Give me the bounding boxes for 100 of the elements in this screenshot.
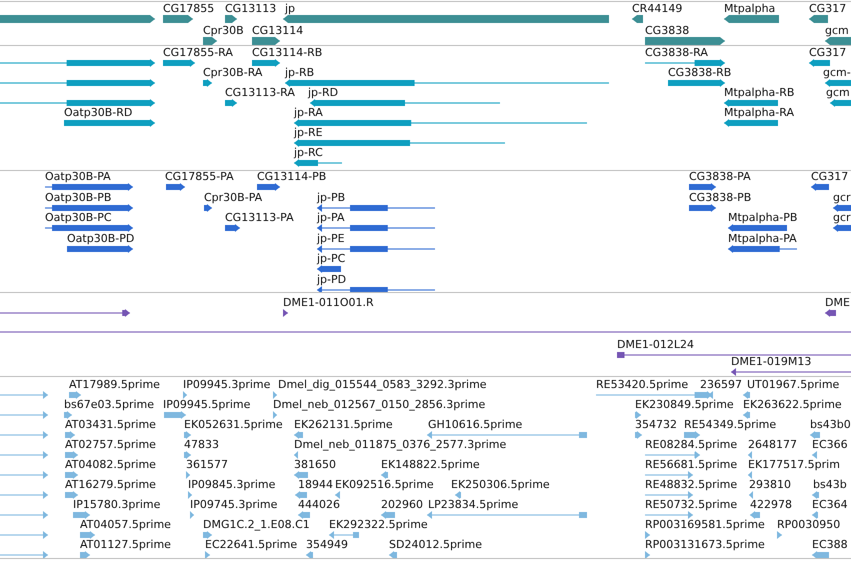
- feature-label: CG13113-PA: [225, 212, 294, 224]
- feature-label: CG13114-PB: [257, 171, 326, 183]
- feature-label: DME: [825, 297, 850, 309]
- feature-label: jp-RE: [294, 127, 323, 139]
- feature-label: Mtpalpha: [724, 3, 776, 15]
- feature-label: CG13113-RA: [225, 87, 295, 99]
- feature-label: RE56681.5prime: [645, 459, 738, 471]
- feature-label: gcm-: [823, 67, 851, 79]
- feature-label: CG3838-PB: [689, 192, 752, 204]
- feature-label: AT01127.5prime: [80, 539, 171, 551]
- feature-label: EK148822.5prime: [381, 459, 480, 471]
- feature-label: Oatp30B-PD: [67, 232, 134, 244]
- feature-label: EK250306.5prime: [451, 479, 550, 491]
- feature-label: CG13114: [252, 25, 304, 37]
- feature-label: EK263622.5prime: [743, 399, 842, 411]
- feature-label: bs43b: [813, 479, 847, 491]
- feature-label: CG17855-PA: [165, 171, 234, 183]
- feature-label: gcm: [825, 25, 849, 37]
- feature-label: EK292322.5prime: [329, 519, 428, 531]
- feature-label: IP09945.3prime: [183, 379, 270, 391]
- feature-label: RP003169581.5prime: [645, 519, 765, 531]
- feature-label: CG13113: [225, 3, 276, 15]
- feature-label: EK230849.5prime: [635, 399, 734, 411]
- feature-label: gcm: [826, 87, 850, 99]
- feature-label: EK177517.5prim: [748, 459, 840, 471]
- feature-label: AT03431.5prime: [65, 419, 156, 431]
- feature-label: 293810: [749, 479, 791, 491]
- feature-label: RE54349.5prime: [684, 419, 776, 431]
- feature-label: CG317: [809, 47, 846, 59]
- feature-label: jp-RA: [294, 107, 323, 119]
- feature-label: 236597: [700, 379, 742, 391]
- feature-label: CG317: [811, 171, 848, 183]
- feature-label: Dmel_neb_011875_0376_2577.3prime: [294, 439, 506, 451]
- feature-label: EC364: [812, 499, 848, 511]
- feature-label: Oatp30B-PB: [45, 192, 112, 204]
- feature-label: IP09745.3prime: [190, 499, 278, 511]
- feature-label: EC388: [812, 539, 848, 551]
- feature-label: DME1-011O01.R: [283, 297, 374, 309]
- feature-label: Oatp30B-RD: [64, 107, 132, 119]
- feature-label: AT16279.5prime: [65, 479, 156, 491]
- feature-label: RP003131673.5prime: [645, 539, 765, 551]
- feature-label: CG13114-RB: [252, 47, 322, 59]
- feature-label: Cpr30B-RA: [203, 67, 262, 79]
- feature-label: DME1-019M13: [731, 356, 812, 368]
- feature-label: jp-PD: [317, 274, 346, 286]
- feature-label: UT01967.5prime: [747, 379, 840, 391]
- feature-label: EC22641.5prime: [205, 539, 298, 551]
- feature-label: 381650: [294, 459, 336, 471]
- feature-label: Mtpalpha-PB: [728, 212, 798, 224]
- feature-label: RE53420.5prime: [596, 379, 688, 391]
- feature-label: jp-PC: [317, 253, 346, 265]
- feature-label: CG3838: [645, 25, 690, 37]
- feature-label: SD24012.5prime: [389, 539, 482, 551]
- feature-label: RE50732.5prime: [645, 499, 738, 511]
- feature-label: jp: [285, 3, 296, 15]
- feature-label: Dmel_neb_012567_0150_2856.3prime: [273, 399, 486, 411]
- feature-label: CG3838-RA: [645, 47, 708, 59]
- feature-label: RE08284.5prime: [645, 439, 738, 451]
- feature-label: DME1-012L24: [617, 339, 694, 351]
- feature-label: EK052631.5prime: [184, 419, 283, 431]
- feature-label: CG17855-RA: [163, 47, 233, 59]
- feature-label: jp-RB: [285, 67, 314, 79]
- feature-label: EK092516.5prime: [335, 479, 434, 491]
- feature-label: jp-PB: [317, 192, 346, 204]
- feature-label: AT17989.5prime: [69, 379, 160, 391]
- feature-label: Oatp30B-PA: [45, 171, 111, 183]
- feature-label: 2648177: [748, 439, 797, 451]
- feature-label: IP09845.3prime: [188, 479, 276, 491]
- feature-label: bs43b0: [810, 419, 851, 431]
- feature-label: jp-RC: [294, 147, 323, 159]
- feature-label: EC366: [812, 439, 848, 451]
- feature-label: CG317: [809, 3, 846, 15]
- feature-label: 18944: [298, 479, 333, 491]
- feature-label: 354732: [635, 419, 677, 431]
- feature-label: LP23834.5prime: [428, 499, 518, 511]
- feature-label: bs67e03.5prime: [64, 399, 154, 411]
- feature-label: AT04057.5prime: [80, 519, 171, 531]
- feature-label: EK262131.5prime: [294, 419, 393, 431]
- feature-label: gcr: [833, 212, 851, 224]
- feature-label: 354949: [306, 539, 348, 551]
- feature-label: CR44149: [632, 3, 682, 15]
- feature-label: Cpr30B: [203, 25, 244, 37]
- feature-label: 202960: [381, 499, 423, 511]
- feature-label: Mtpalpha-RB: [724, 87, 794, 99]
- feature-label: RE48832.5prime: [645, 479, 738, 491]
- feature-label: gcr: [833, 192, 851, 204]
- feature-label: jp-PE: [317, 232, 345, 244]
- feature-label: CG3838-RB: [668, 67, 732, 79]
- feature-label: Mtpalpha-PA: [728, 232, 797, 244]
- feature-label: Dmel_dig_015544_0583_3292.3prime: [278, 379, 487, 391]
- feature-label: Mtpalpha-RA: [724, 107, 794, 119]
- feature-label: DMG1C.2_1.E08.C1: [203, 519, 310, 531]
- feature-label: RP0030950: [777, 519, 840, 531]
- feature-label: 47833: [184, 439, 219, 451]
- feature-label: Cpr30B-PA: [204, 192, 262, 204]
- feature-label: jp-PA: [317, 212, 344, 224]
- feature-label: 444026: [298, 499, 340, 511]
- feature-label: AT02757.5prime: [65, 439, 156, 451]
- feature-label: Oatp30B-PC: [45, 212, 112, 224]
- feature-label: IP09945.5prime: [163, 399, 250, 411]
